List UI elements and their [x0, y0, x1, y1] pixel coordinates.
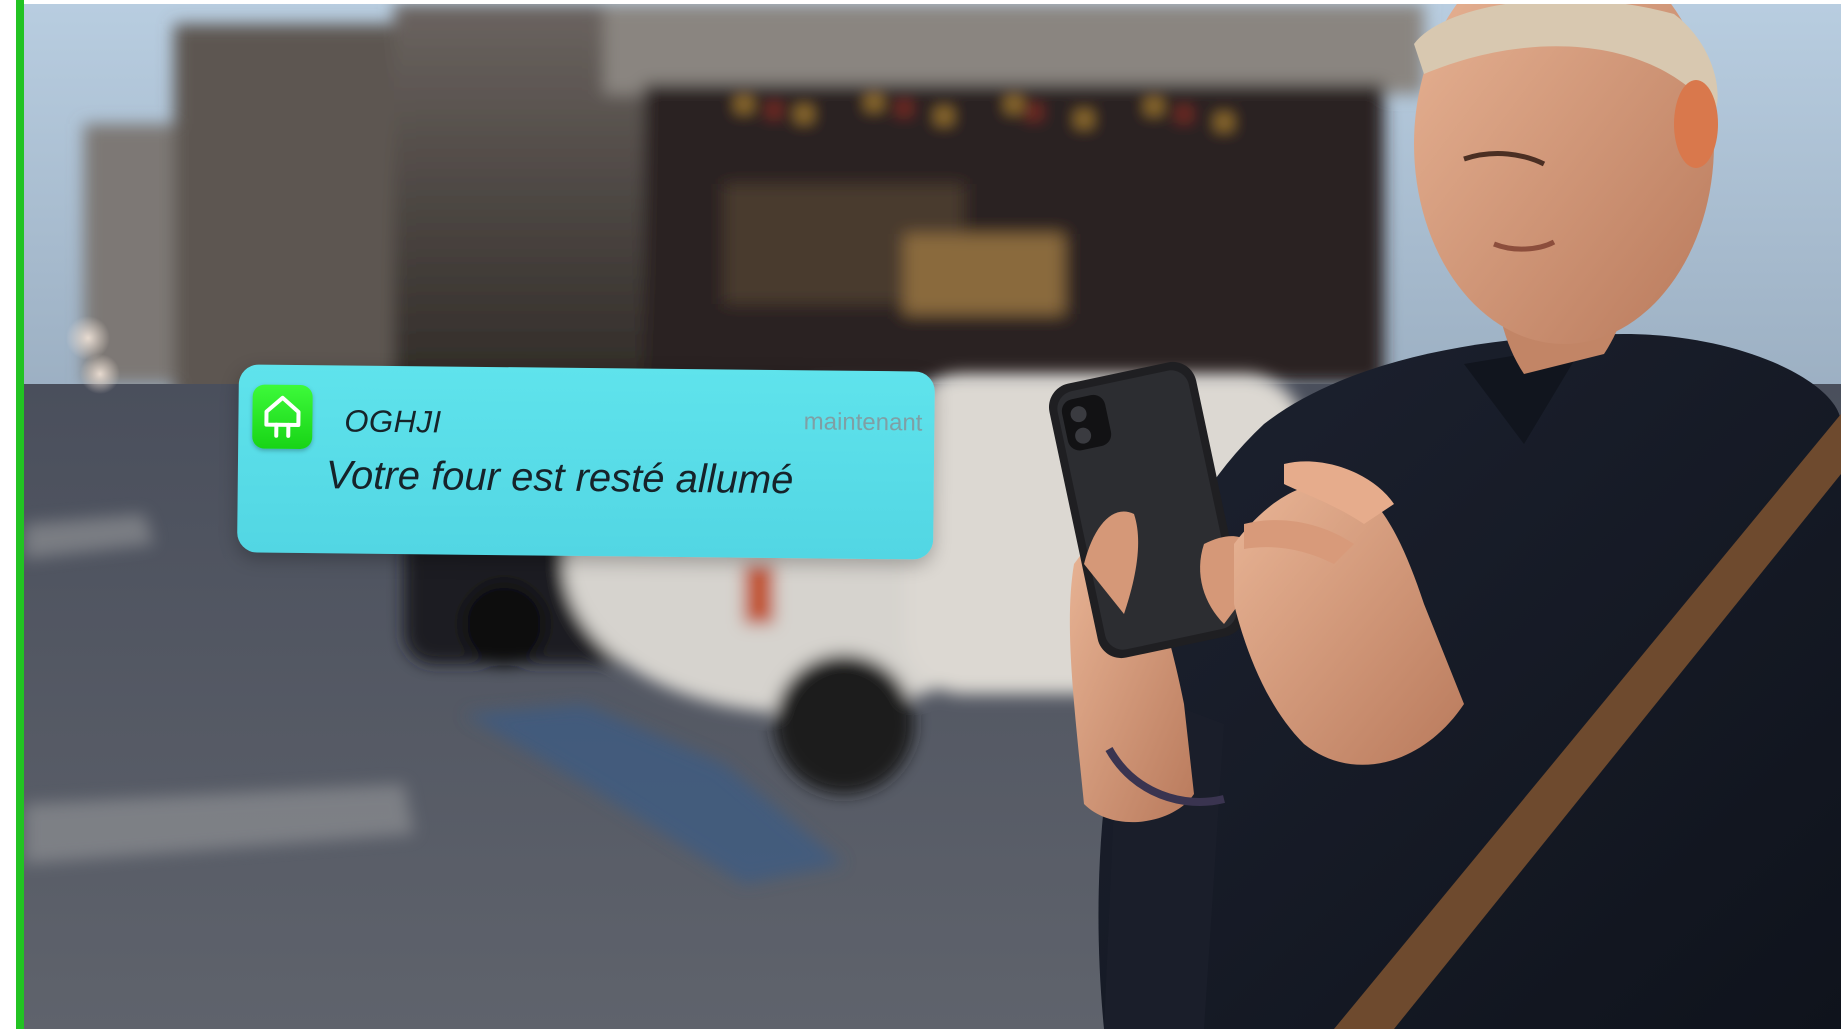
- smart-plug-home-icon: [264, 395, 301, 438]
- frame-left-edge: [16, 0, 24, 1029]
- notification-timestamp: maintenant: [803, 408, 923, 437]
- street-scene-photo: OGHJI maintenant Votre four est resté al…: [24, 4, 1841, 1029]
- app-icon: [252, 384, 313, 450]
- notification-message: Votre four est resté allumé: [325, 453, 794, 503]
- video-frame: OGHJI maintenant Votre four est resté al…: [0, 0, 1841, 1029]
- app-name: OGHJI: [344, 403, 442, 440]
- push-notification[interactable]: OGHJI maintenant Votre four est resté al…: [237, 364, 935, 560]
